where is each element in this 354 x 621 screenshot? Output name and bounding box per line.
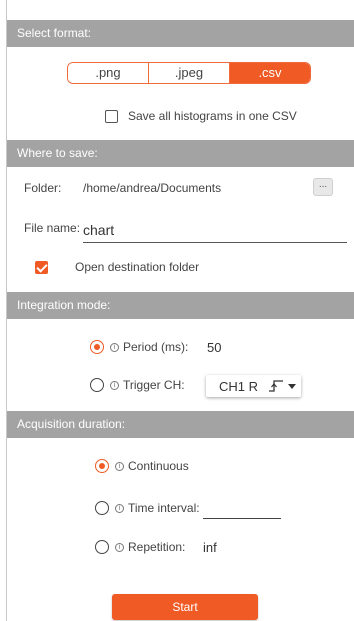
open-destination-row[interactable]: Open destination folder (35, 260, 199, 274)
info-icon: i (115, 503, 124, 513)
open-destination-checkbox[interactable] (35, 260, 48, 274)
section-header-acquisition: Acquisition duration: (7, 411, 354, 438)
info-icon: i (110, 342, 119, 352)
format-option-csv[interactable]: .csv (229, 63, 310, 83)
time-interval-radio[interactable] (95, 501, 109, 515)
trigger-label: Trigger CH: (123, 378, 185, 392)
start-button[interactable]: Start (112, 594, 258, 620)
trigger-channel-select[interactable]: CH1 R (206, 375, 301, 397)
repetition-label: Repetition: (128, 540, 186, 554)
period-option-row[interactable]: i Period (ms): (90, 340, 188, 354)
filename-input[interactable] (83, 217, 347, 243)
continuous-option-row[interactable]: i Continuous (95, 459, 189, 473)
info-icon: i (110, 380, 119, 390)
chevron-down-icon (288, 383, 297, 389)
filename-label: File name: (24, 221, 81, 235)
repetition-radio[interactable] (95, 540, 109, 554)
time-interval-input[interactable] (203, 505, 281, 519)
save-all-csv-label: Save all histograms in one CSV (128, 109, 297, 123)
rising-edge-icon (269, 380, 284, 392)
continuous-label: Continuous (128, 459, 189, 473)
save-all-csv-checkbox[interactable] (105, 109, 118, 123)
trigger-option-row[interactable]: i Trigger CH: (90, 378, 185, 392)
trigger-channel-value: CH1 R (219, 378, 259, 394)
period-value[interactable]: 50 (207, 340, 221, 355)
section-header-integration: Integration mode: (7, 292, 354, 319)
continuous-radio[interactable] (95, 459, 109, 473)
format-option-png[interactable]: .png (68, 63, 148, 83)
folder-path: /home/andrea/Documents (83, 181, 222, 195)
repetition-value[interactable]: inf (203, 540, 217, 555)
browse-folder-button[interactable]: ... (313, 178, 333, 196)
period-radio[interactable] (90, 340, 104, 354)
folder-label: Folder: (24, 181, 62, 195)
open-destination-label: Open destination folder (75, 260, 200, 274)
trigger-radio[interactable] (90, 378, 104, 392)
time-interval-option-row[interactable]: i Time interval: (95, 501, 200, 515)
info-icon: i (115, 461, 124, 471)
repetition-option-row[interactable]: i Repetition: (95, 540, 185, 554)
period-label: Period (ms): (123, 340, 189, 354)
format-segmented-control: .png .jpeg .csv (67, 62, 311, 84)
section-header-save: Where to save: (7, 140, 354, 167)
save-all-csv-row[interactable]: Save all histograms in one CSV (105, 109, 297, 123)
info-icon: i (115, 542, 124, 552)
format-option-jpeg[interactable]: .jpeg (148, 63, 229, 83)
section-header-format: Select format: (7, 20, 354, 47)
time-interval-label: Time interval: (128, 501, 200, 515)
export-panel: Select format: .png .jpeg .csv Save all … (7, 0, 354, 621)
